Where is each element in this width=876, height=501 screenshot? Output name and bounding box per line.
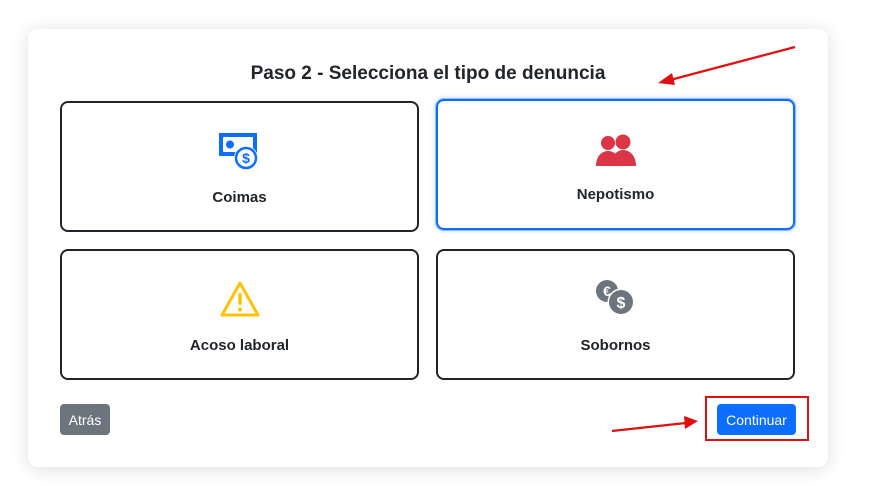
money-bill-coin-icon: $ <box>62 129 417 173</box>
warning-triangle-icon <box>62 277 417 321</box>
option-label: Nepotismo <box>576 186 655 203</box>
step-card: Paso 2 - Selecciona el tipo de denuncia … <box>28 29 828 467</box>
users-icon <box>438 129 793 173</box>
option-acoso-laboral[interactable]: Acoso laboral <box>60 249 419 380</box>
step-title: Paso 2 - Selecciona el tipo de denuncia <box>250 63 606 84</box>
option-label: Acoso laboral <box>189 337 290 354</box>
svg-text:$: $ <box>242 150 250 166</box>
back-button[interactable]: Atrás <box>60 404 110 435</box>
coins-euro-dollar-icon: € $ <box>438 277 793 321</box>
page: Paso 2 - Selecciona el tipo de denuncia … <box>0 0 876 501</box>
svg-text:$: $ <box>616 295 625 312</box>
continue-button[interactable]: Continuar <box>717 404 796 435</box>
option-label: Coimas <box>212 189 267 206</box>
option-sobornos[interactable]: € $ Sobornos <box>436 249 795 380</box>
option-coimas[interactable]: $ Coimas <box>60 101 419 232</box>
option-nepotismo[interactable]: Nepotismo <box>436 99 795 230</box>
option-label: Sobornos <box>580 337 651 354</box>
